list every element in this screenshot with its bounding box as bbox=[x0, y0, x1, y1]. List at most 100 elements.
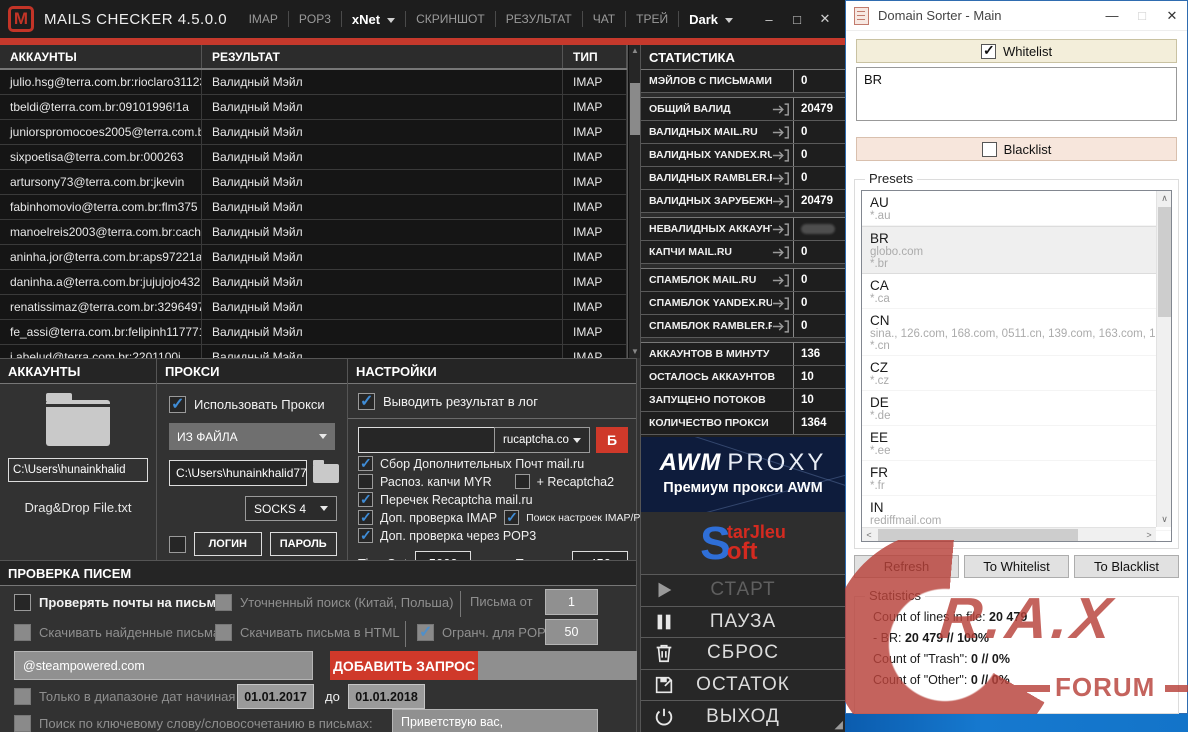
collect-mailru-checkbox[interactable] bbox=[358, 455, 373, 472]
menu-item-результат[interactable]: РЕЗУЛЬТАТ bbox=[496, 12, 582, 26]
date-range-checkbox[interactable] bbox=[14, 688, 31, 705]
exit-button[interactable]: ВЫХОД bbox=[641, 700, 845, 732]
preset-item-br[interactable]: BR globo.com *.br bbox=[862, 226, 1171, 274]
preset-item-in[interactable]: IN rediffmail.com bbox=[862, 496, 1171, 531]
balance-button[interactable]: Б bbox=[596, 427, 628, 453]
scroll-down-icon[interactable]: ▼ bbox=[630, 347, 640, 357]
scrollbar-thumb[interactable] bbox=[878, 529, 1078, 541]
menu-item-pop3[interactable]: POP3 bbox=[289, 12, 341, 26]
table-row[interactable]: aninha.jor@terra.com.br:aps97221a9 Валидн… bbox=[0, 245, 627, 270]
maximize-button[interactable]: □ bbox=[783, 12, 811, 27]
menu-item-скриншот[interactable]: СКРИНШОТ bbox=[406, 12, 495, 26]
pop3-limit-input[interactable]: 50 bbox=[545, 619, 598, 645]
accounts-file-path[interactable]: C:\Users\hunainkhalid bbox=[8, 458, 148, 482]
table-row[interactable]: juniorspromocoes2005@terra.com.b Валидный… bbox=[0, 120, 627, 145]
captcha-key-input[interactable] bbox=[358, 427, 494, 453]
table-row[interactable]: daninha.a@terra.com.br:jujujojo4321 Валид… bbox=[0, 270, 627, 295]
refined-search-checkbox[interactable] bbox=[215, 594, 232, 611]
captcha-service-select[interactable]: rucaptcha.co bbox=[494, 427, 590, 453]
download-found-checkbox[interactable] bbox=[14, 624, 31, 641]
pop3-limit-checkbox[interactable] bbox=[417, 622, 434, 642]
scroll-up-icon[interactable]: ∧ bbox=[1157, 191, 1171, 206]
reset-button[interactable]: СБРОС bbox=[641, 637, 845, 669]
password-button[interactable]: ПАРОЛЬ bbox=[269, 532, 337, 556]
search-query-input[interactable]: @steampowered.com bbox=[14, 651, 313, 680]
export-arrow-icon[interactable] bbox=[772, 273, 790, 288]
proxy-auth-checkbox[interactable] bbox=[169, 535, 186, 553]
use-proxy-checkbox[interactable] bbox=[169, 394, 186, 414]
preset-item-ee[interactable]: EE *.ee bbox=[862, 426, 1171, 461]
export-arrow-icon[interactable] bbox=[772, 194, 790, 209]
keyword-input[interactable]: Приветствую вас, bbox=[392, 709, 598, 732]
preset-item-fr[interactable]: FR *.fr bbox=[862, 461, 1171, 496]
table-row[interactable]: sixpoetisa@terra.com.br:000263 Валидный М… bbox=[0, 145, 627, 170]
resize-grip[interactable]: ◢ bbox=[835, 718, 843, 731]
proxy-type-select[interactable]: SOCKS 4 bbox=[245, 496, 337, 521]
start-button[interactable]: СТАРТ bbox=[641, 574, 845, 606]
export-arrow-icon[interactable] bbox=[772, 319, 790, 334]
captcha-myr-checkbox[interactable] bbox=[358, 474, 373, 489]
table-row[interactable]: julio.hsg@terra.com.br:rioclaro31123 Вали… bbox=[0, 70, 627, 95]
table-row[interactable]: artursony73@terra.com.br:jkevin Валидный … bbox=[0, 170, 627, 195]
keyword-checkbox[interactable] bbox=[14, 715, 31, 732]
table-row[interactable]: renatissimaz@terra.com.br:3296497C Валидн… bbox=[0, 295, 627, 320]
to-blacklist-button[interactable]: To Blacklist bbox=[1074, 555, 1179, 578]
whitelist-checkbox[interactable] bbox=[980, 42, 996, 59]
presets-vertical-scrollbar[interactable]: ∧ ∨ bbox=[1156, 191, 1171, 527]
export-arrow-icon[interactable] bbox=[772, 222, 790, 237]
imap-settings-search-checkbox[interactable] bbox=[504, 509, 520, 526]
scroll-down-icon[interactable]: ∨ bbox=[1157, 512, 1171, 527]
blacklist-checkbox[interactable] bbox=[981, 141, 997, 157]
refresh-button[interactable]: Refresh bbox=[854, 555, 959, 578]
scroll-left-icon[interactable]: < bbox=[862, 528, 876, 541]
starjleu-soft-logo[interactable]: S tarJleu oft bbox=[640, 512, 845, 574]
export-arrow-icon[interactable] bbox=[772, 245, 790, 260]
recaptcha2-checkbox[interactable] bbox=[514, 474, 530, 489]
whitelist-textarea[interactable]: BR bbox=[856, 67, 1177, 121]
pop3-check-checkbox[interactable] bbox=[358, 527, 373, 544]
column-header-type[interactable]: ТИП bbox=[563, 45, 627, 68]
awm-proxy-banner[interactable]: AWM PROXY Премиум прокси AWM bbox=[640, 437, 845, 512]
download-html-checkbox[interactable] bbox=[215, 624, 232, 641]
column-header-accounts[interactable]: АККАУНТЫ bbox=[0, 45, 202, 68]
preset-item-ca[interactable]: CA *.ca bbox=[862, 274, 1171, 309]
scrollbar-thumb[interactable] bbox=[630, 83, 640, 135]
preset-item-de[interactable]: DE *.de bbox=[862, 391, 1171, 426]
sorter-maximize-button[interactable]: □ bbox=[1127, 8, 1157, 23]
proxy-file-input[interactable]: C:\Users\hunainkhalid77 bbox=[169, 460, 307, 486]
presets-horizontal-scrollbar[interactable]: < > bbox=[862, 527, 1156, 541]
folder-icon[interactable] bbox=[46, 393, 110, 446]
letters-from-input[interactable]: 1 bbox=[545, 589, 598, 615]
date-to-button[interactable]: 01.01.2018 bbox=[348, 684, 425, 709]
date-from-button[interactable]: 01.01.2017 bbox=[237, 684, 314, 709]
to-whitelist-button[interactable]: To Whitelist bbox=[964, 555, 1069, 578]
table-scrollbar[interactable]: ▲ ▼ bbox=[628, 45, 640, 358]
close-button[interactable]: ✕ bbox=[811, 11, 839, 27]
table-row[interactable]: tbeldi@terra.com.br:09101996!1a Валидный … bbox=[0, 95, 627, 120]
export-arrow-icon[interactable] bbox=[772, 171, 790, 186]
table-row[interactable]: manoelreis2003@terra.com.br:cacho Валидны… bbox=[0, 220, 627, 245]
export-arrow-icon[interactable] bbox=[772, 296, 790, 311]
add-query-button[interactable]: ДОБАВИТЬ ЗАПРОС bbox=[330, 651, 478, 680]
browse-folder-icon[interactable] bbox=[313, 459, 339, 483]
table-row[interactable]: fabinhomovio@terra.com.br:flm375 Валидный… bbox=[0, 195, 627, 220]
sorter-close-button[interactable]: ✕ bbox=[1157, 8, 1187, 24]
remainder-button[interactable]: ОСТАТОК bbox=[641, 668, 845, 701]
menu-item-imap[interactable]: IMAP bbox=[239, 12, 288, 26]
menu-item-dark[interactable]: Dark bbox=[679, 12, 743, 27]
preset-item-cn[interactable]: CN sina., 126.com, 168.com, 0511.cn, 139.… bbox=[862, 309, 1171, 356]
scroll-right-icon[interactable]: > bbox=[1142, 528, 1156, 541]
check-letters-checkbox[interactable] bbox=[14, 594, 31, 611]
preset-item-au[interactable]: AU *.au bbox=[862, 191, 1171, 226]
column-header-result[interactable]: РЕЗУЛЬТАТ bbox=[202, 45, 563, 68]
scrollbar-thumb[interactable] bbox=[1158, 207, 1171, 317]
sorter-minimize-button[interactable]: — bbox=[1097, 8, 1127, 23]
scroll-up-icon[interactable]: ▲ bbox=[630, 46, 640, 56]
table-row[interactable]: fe_assi@terra.com.br:felipinh117771 Валид… bbox=[0, 320, 627, 345]
export-arrow-icon[interactable] bbox=[772, 148, 790, 163]
menu-item-чат[interactable]: ЧАТ bbox=[583, 12, 625, 26]
preset-item-cz[interactable]: CZ *.cz bbox=[862, 356, 1171, 391]
pause-button[interactable]: ПАУЗА bbox=[641, 605, 845, 638]
menu-item-трей[interactable]: ТРЕЙ bbox=[626, 12, 678, 26]
proxy-source-select[interactable]: ИЗ ФАЙЛА bbox=[169, 423, 335, 450]
